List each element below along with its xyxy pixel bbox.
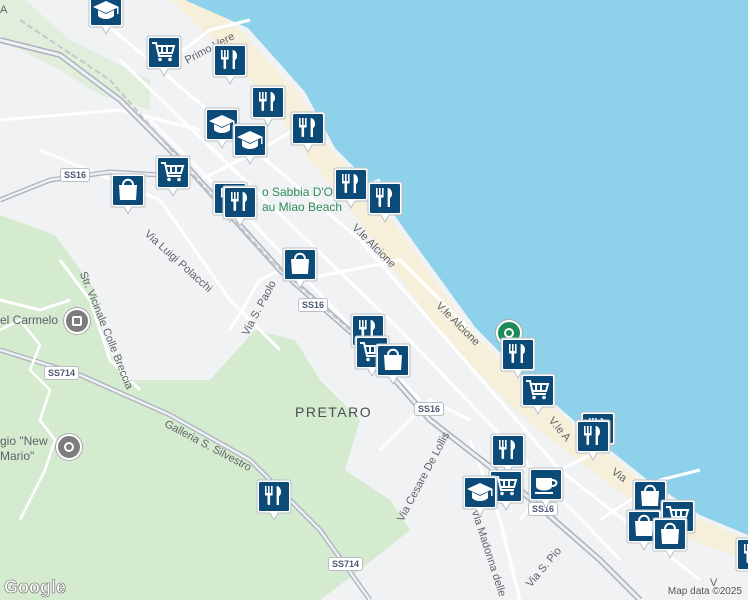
shopping-bag-icon bbox=[652, 517, 688, 560]
restaurant-icon bbox=[575, 419, 611, 462]
road-shield-ss16-b: SS16 bbox=[298, 298, 329, 312]
place-label-beach-1: o Sabbia D'O bbox=[262, 185, 333, 199]
map-marker-restaurant-icon[interactable] bbox=[575, 418, 611, 462]
shopping-cart-icon bbox=[155, 155, 191, 198]
map-marker-school-icon[interactable] bbox=[462, 474, 498, 518]
map-marker-restaurant-icon[interactable] bbox=[367, 180, 403, 224]
shopping-bag-icon bbox=[282, 247, 318, 290]
restaurant-icon bbox=[735, 537, 748, 572]
restaurant-icon bbox=[367, 181, 403, 224]
place-label-pretaro: PRETARO bbox=[295, 404, 373, 420]
shopping-cart-icon bbox=[520, 373, 556, 416]
restaurant-icon bbox=[212, 43, 248, 86]
shopping-bag-icon bbox=[110, 173, 146, 216]
map-attribution: Map data ©2025 bbox=[667, 586, 742, 597]
place-label-new-mario-2: Mario" bbox=[0, 449, 35, 463]
google-logo: Google bbox=[4, 577, 67, 598]
road-shield-ss714-a: SS714 bbox=[44, 366, 80, 380]
map-marker-shopping-bag-icon[interactable] bbox=[110, 172, 146, 216]
map-marker-restaurant-icon[interactable] bbox=[212, 42, 248, 86]
restaurant-icon bbox=[222, 185, 258, 228]
map-marker-restaurant-icon[interactable] bbox=[256, 478, 292, 522]
road-shield-ss714-b: SS714 bbox=[328, 557, 364, 571]
map-canvas[interactable]: A Primo Vere o Sabbia D'O au Miao Beach … bbox=[0, 0, 748, 600]
museum-poi-icon[interactable] bbox=[64, 308, 90, 334]
restaurant-icon bbox=[290, 111, 326, 154]
school-icon bbox=[88, 0, 124, 36]
shopping-cart-icon bbox=[146, 35, 182, 78]
map-marker-shopping-bag-icon[interactable] bbox=[652, 516, 688, 560]
school-icon bbox=[462, 475, 498, 518]
map-marker-cafe-icon[interactable] bbox=[528, 466, 564, 510]
place-label-carmelo: el Carmelo bbox=[0, 313, 59, 327]
place-label-new-mario-1: gio "New bbox=[0, 434, 48, 448]
school-icon bbox=[232, 123, 268, 166]
cafe-icon bbox=[528, 467, 564, 510]
shopping-bag-icon bbox=[375, 343, 411, 386]
road-shield-ss16-a: SS16 bbox=[60, 168, 91, 182]
school-poi-icon[interactable] bbox=[56, 434, 82, 460]
map-marker-restaurant-icon[interactable] bbox=[333, 166, 369, 210]
map-marker-shopping-cart-icon[interactable] bbox=[520, 372, 556, 416]
road-shield-ss16-c: SS16 bbox=[414, 402, 445, 416]
map-marker-school-icon[interactable] bbox=[232, 122, 268, 166]
map-marker-shopping-cart-icon[interactable] bbox=[155, 154, 191, 198]
map-marker-restaurant-icon[interactable] bbox=[735, 536, 748, 580]
restaurant-icon bbox=[333, 167, 369, 210]
map-marker-restaurant-icon[interactable] bbox=[290, 110, 326, 154]
restaurant-icon bbox=[256, 479, 292, 522]
map-marker-school-icon[interactable] bbox=[88, 0, 124, 36]
map-marker-restaurant-icon[interactable] bbox=[222, 184, 258, 228]
map-marker-shopping-cart-icon[interactable] bbox=[146, 34, 182, 78]
corner-letter-label: A bbox=[0, 4, 8, 16]
map-marker-shopping-bag-icon[interactable] bbox=[375, 342, 411, 386]
place-label-beach-2: au Miao Beach bbox=[262, 200, 343, 214]
map-marker-shopping-bag-icon[interactable] bbox=[282, 246, 318, 290]
